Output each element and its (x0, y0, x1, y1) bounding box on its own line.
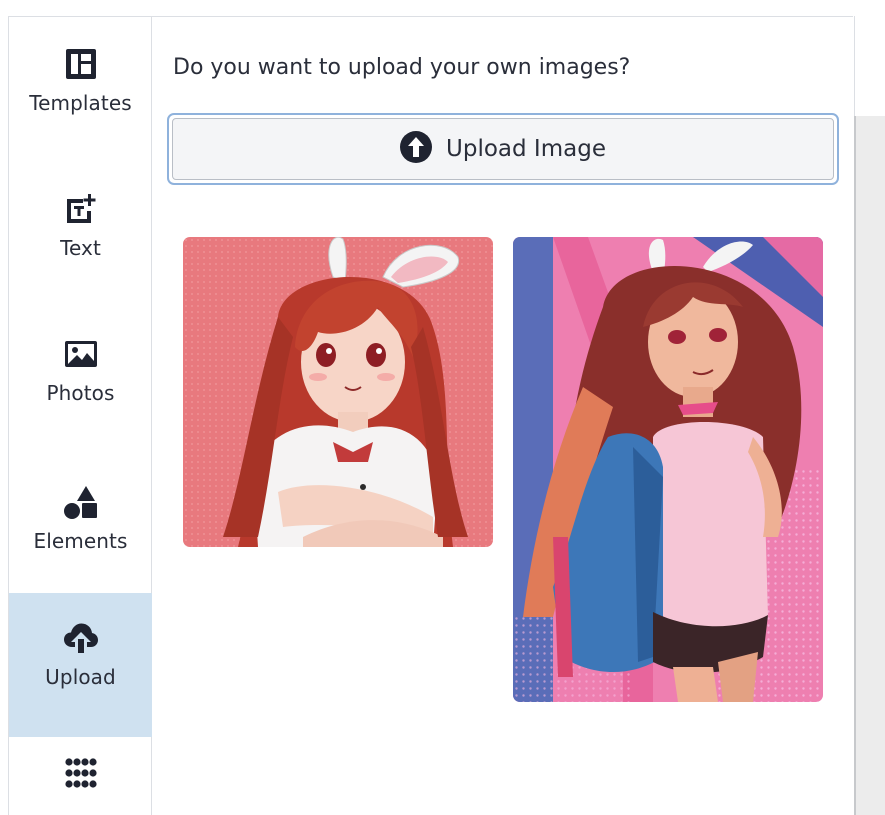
anime-portrait-image (183, 237, 493, 547)
templates-icon (65, 47, 97, 81)
sidebar-item-label: Templates (29, 91, 132, 115)
elements-icon (63, 485, 99, 519)
sidebar-item-label: Photos (46, 381, 115, 405)
anime-figure-image (513, 237, 823, 702)
sidebar-item-photos[interactable]: Photos (9, 337, 152, 457)
sidebar-item-elements[interactable]: Elements (9, 485, 152, 605)
canvas-top-area (854, 16, 885, 116)
sidebar-item-label: Text (60, 236, 101, 260)
sidebar-item-apps[interactable] (9, 757, 152, 815)
upload-button-body: Upload Image (172, 118, 834, 180)
photos-icon (64, 337, 98, 371)
sidebar-item-label: Upload (45, 665, 116, 689)
uploaded-image-thumbnail[interactable] (513, 237, 823, 702)
canvas-area (854, 116, 885, 815)
upload-image-button[interactable]: Upload Image (167, 113, 839, 185)
upload-panel: Do you want to upload your own images? U… (153, 17, 853, 815)
upload-cloud-icon (63, 621, 99, 655)
upload-prompt: Do you want to upload your own images? (173, 55, 631, 80)
sidebar-item-label: Elements (33, 529, 128, 553)
sidebar-item-text[interactable]: Text (9, 192, 152, 312)
upload-button-label: Upload Image (446, 136, 606, 162)
uploaded-image-thumbnail[interactable] (183, 237, 493, 547)
sidebar-item-upload[interactable]: Upload (9, 593, 152, 737)
apps-grid-icon (64, 757, 98, 791)
arrow-up-circle-icon (400, 130, 433, 168)
sidebar-item-templates[interactable]: Templates (9, 47, 152, 167)
sidebar: Templates Text Photos Elements Upload (9, 17, 152, 815)
text-icon (64, 192, 98, 226)
